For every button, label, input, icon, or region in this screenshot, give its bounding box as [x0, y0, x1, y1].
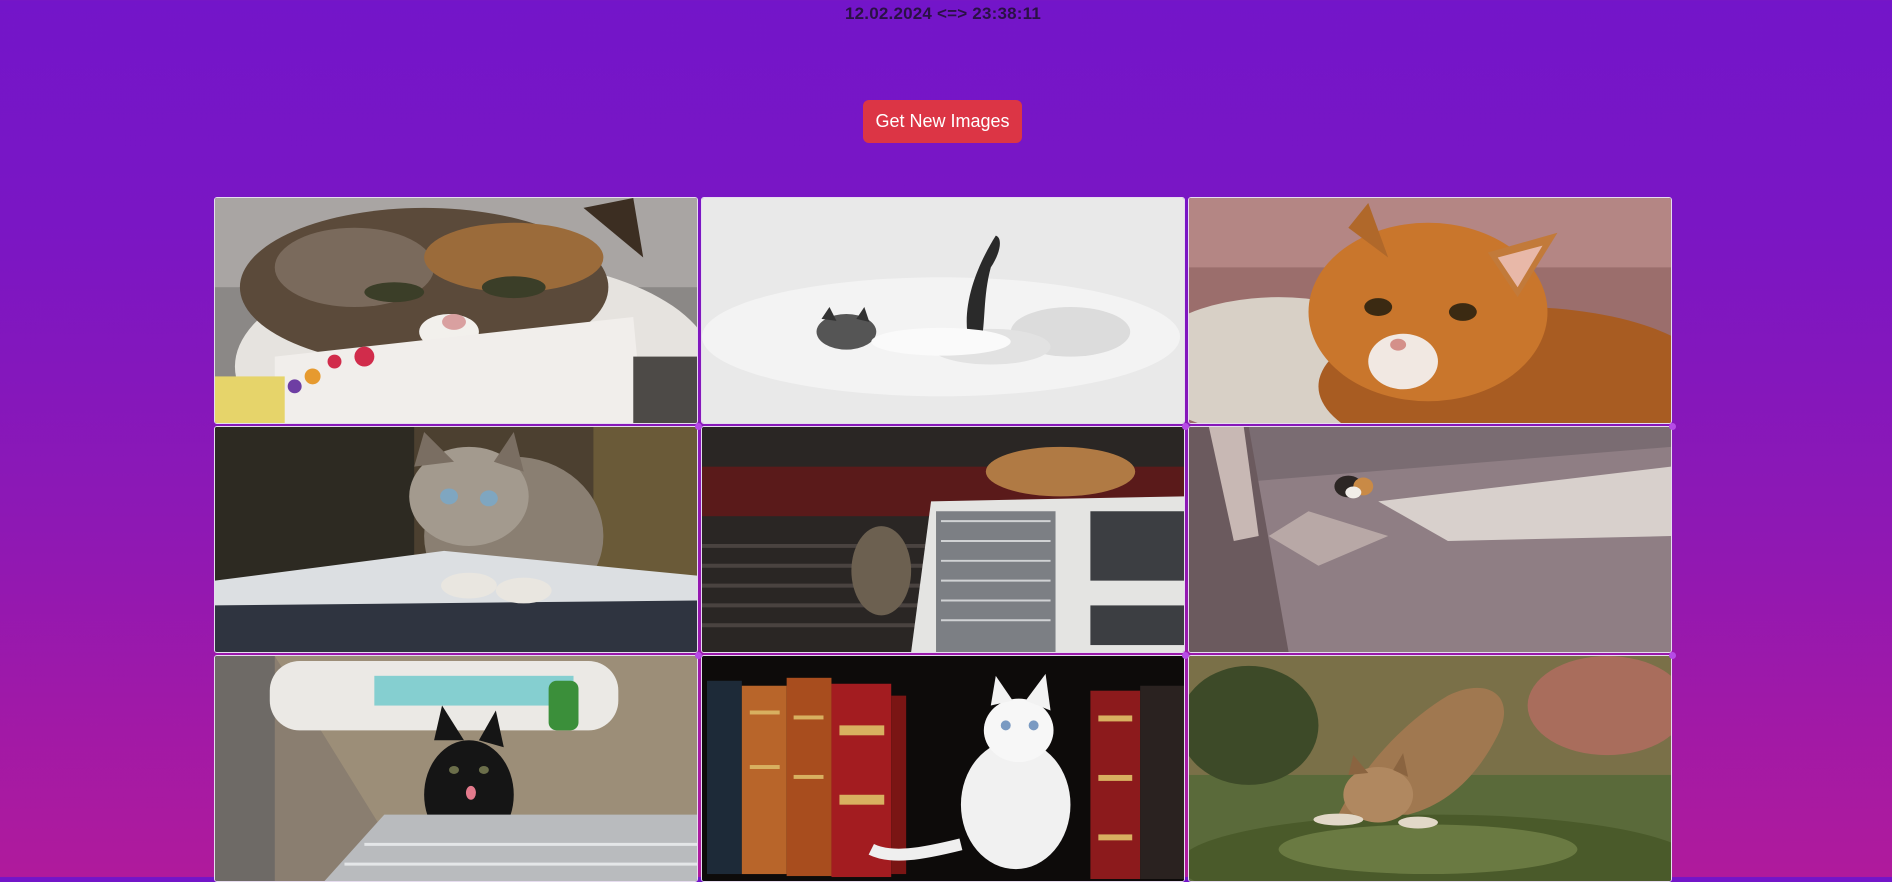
- gallery-image-5[interactable]: [701, 426, 1185, 653]
- gallery-image-8[interactable]: [701, 655, 1185, 882]
- grid-joint-dot: [1182, 652, 1189, 659]
- grid-joint-dot: [695, 423, 702, 430]
- date-time-display: 12.02.2024 <=> 23:38:11: [844, 4, 1042, 23]
- grid-joint-dot: [1669, 652, 1676, 659]
- gallery-image-6[interactable]: [1188, 426, 1672, 653]
- grid-joint-dot: [1182, 423, 1189, 430]
- gallery-image-1[interactable]: [214, 197, 698, 424]
- gallery-image-4[interactable]: [214, 426, 698, 653]
- get-new-images-button[interactable]: Get New Images: [863, 100, 1022, 143]
- gallery-image-3[interactable]: [1188, 197, 1672, 424]
- gallery-image-7[interactable]: [214, 655, 698, 882]
- gallery-image-9[interactable]: [1188, 655, 1672, 882]
- grid-joint-dot: [695, 652, 702, 659]
- gallery-image-2[interactable]: [701, 197, 1185, 424]
- grid-joint-dot: [1669, 423, 1676, 430]
- image-gallery: [214, 197, 1672, 882]
